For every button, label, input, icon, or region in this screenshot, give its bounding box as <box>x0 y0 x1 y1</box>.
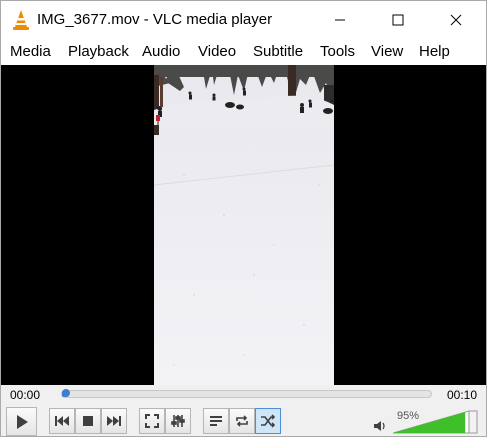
menu-bar: Media Playback Audio Video Subtitle Tool… <box>1 39 486 65</box>
menu-view[interactable]: View <box>371 43 403 60</box>
minimize-icon <box>335 19 345 21</box>
menu-subtitle[interactable]: Subtitle <box>253 43 303 60</box>
window-title: IMG_3677.mov - VLC media player <box>37 11 273 28</box>
menu-video[interactable]: Video <box>198 43 236 60</box>
title-bar[interactable]: IMG_3677.mov - VLC media player <box>1 1 486 39</box>
elapsed-time: 00:00 <box>10 388 41 402</box>
menu-help[interactable]: Help <box>419 43 450 60</box>
menu-playback[interactable]: Playback <box>68 43 129 60</box>
extended-settings-button[interactable] <box>165 408 191 434</box>
stop-button[interactable] <box>75 408 101 434</box>
playlist-icon <box>210 416 222 426</box>
total-time: 00:10 <box>447 388 478 402</box>
extended-settings-icon <box>171 415 185 427</box>
seek-row: 00:00 00:10 <box>1 385 486 405</box>
vlc-window: IMG_3677.mov - VLC media player Media Pl… <box>0 0 487 437</box>
vlc-cone-icon <box>13 10 29 30</box>
previous-button[interactable] <box>49 408 75 434</box>
next-icon <box>107 416 121 426</box>
close-button[interactable] <box>433 1 479 39</box>
close-icon <box>450 14 462 26</box>
next-button[interactable] <box>101 408 127 434</box>
previous-icon <box>55 416 69 426</box>
shuffle-button[interactable] <box>255 408 281 434</box>
play-icon <box>16 414 28 429</box>
maximize-button[interactable] <box>375 1 421 39</box>
play-button[interactable] <box>6 407 37 436</box>
loop-icon <box>236 415 248 427</box>
playlist-button[interactable] <box>203 408 229 434</box>
fullscreen-icon <box>145 414 159 428</box>
loop-button[interactable] <box>229 408 255 434</box>
seek-handle[interactable] <box>62 389 70 397</box>
maximize-icon <box>392 14 404 26</box>
volume-handle[interactable] <box>468 410 478 434</box>
menu-tools[interactable]: Tools <box>320 43 355 60</box>
snow-scene <box>154 65 334 385</box>
menu-media[interactable]: Media <box>10 43 51 60</box>
seek-bar[interactable] <box>61 389 432 398</box>
fullscreen-button[interactable] <box>139 408 165 434</box>
menu-audio[interactable]: Audio <box>142 43 180 60</box>
video-area[interactable] <box>1 65 486 385</box>
speaker-icon[interactable] <box>373 419 387 433</box>
volume-slider[interactable] <box>393 410 481 434</box>
minimize-button[interactable] <box>317 1 363 39</box>
stop-icon <box>83 416 93 426</box>
shuffle-icon <box>261 414 276 428</box>
video-frame <box>154 65 334 385</box>
